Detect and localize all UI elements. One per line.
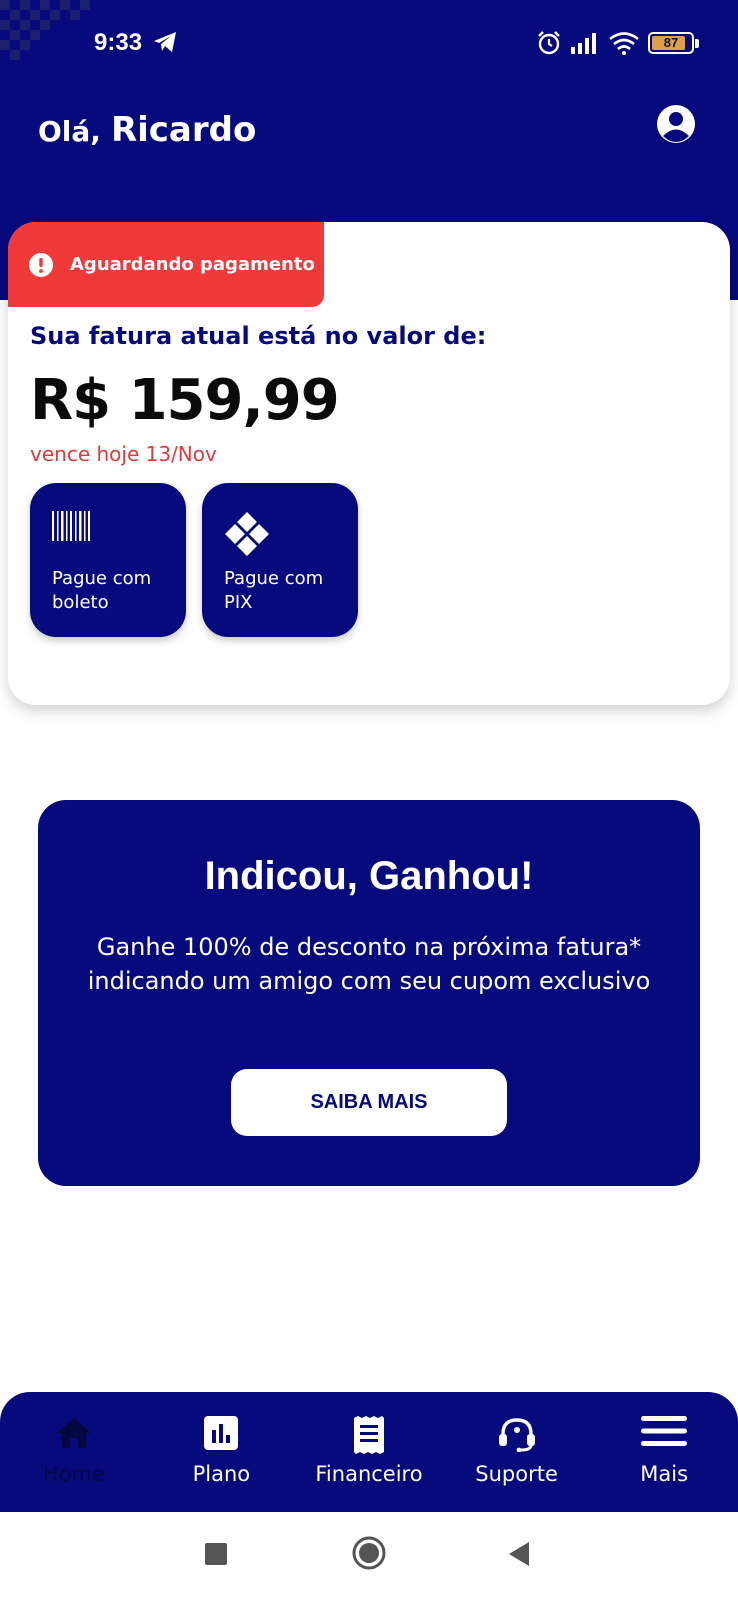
alarm-icon [538,31,560,55]
headset-icon [498,1418,535,1452]
promo-text: Ganhe 100% de desconto na próxima fatura… [87,933,651,995]
invoice-heading: Sua fatura atual está no valor de: [30,322,487,350]
nav-label-mais: Mais [640,1462,689,1486]
home-icon [56,1418,91,1448]
greeting-label: Olá, [38,115,101,148]
invoice-card: Aguardando pagamento Sua fatura atual es… [8,222,730,705]
pay-pix-label: Pague com PIX [224,568,324,613]
pay-pix-button[interactable]: Pague com PIX [202,483,358,637]
nav-label-suporte: Suporte [475,1462,558,1486]
nav-item-plano[interactable]: Plano [148,1392,296,1512]
nav-label-home: Home [42,1462,105,1486]
promo-title: Indicou, Ganhou! [204,854,534,898]
home-circle-icon[interactable] [351,1535,387,1571]
user-name: Ricardo [110,110,257,150]
nav-label-plano: Plano [192,1462,251,1486]
telegram-icon [154,32,176,52]
pay-boleto-button[interactable]: Pague com boleto [30,483,186,637]
menu-icon [641,1416,688,1446]
status-icons: 87 [536,28,699,58]
due-date-text: vence hoje 13/Nov [30,442,217,466]
signal-icon [571,33,596,54]
battery-icon: 87 [648,32,699,54]
wifi-icon [609,32,639,55]
invoice-amount: R$ 159,99 [30,368,340,433]
nav-item-suporte[interactable]: Suporte [443,1392,591,1512]
pix-icon [225,512,269,556]
system-navigation-bar [0,1512,738,1600]
bottom-navigation: Home Plano Financeiro Suporte Mais [0,1392,738,1512]
status-bar: 9:33 87 [0,0,738,86]
nav-label-financeiro: Financeiro [315,1462,423,1486]
nav-item-home[interactable]: Home [0,1392,148,1512]
pixel-pattern-decoration [0,0,90,60]
barcode-icon [52,511,90,541]
alert-circle-icon [29,252,53,277]
pay-boleto-label: Pague com boleto [52,568,152,613]
referral-promo-card: Indicou, Ganhou! Ganhe 100% de desconto … [38,800,700,1186]
status-badge: Aguardando pagamento [8,222,324,307]
status-label: Aguardando pagamento [70,254,315,275]
learn-more-button[interactable]: SAIBA MAIS [231,1069,507,1136]
nav-item-financeiro[interactable]: Financeiro [295,1392,443,1512]
status-time: 9:33 [94,29,143,56]
receipt-icon [353,1416,384,1454]
nav-item-mais[interactable]: Mais [590,1392,738,1512]
back-triangle-icon[interactable] [507,1541,531,1567]
account-circle-icon[interactable] [656,104,696,144]
bar-chart-icon [204,1416,239,1450]
greeting: Olá, Ricardo [38,110,256,150]
recents-square-icon[interactable] [205,1543,227,1565]
battery-level: 87 [663,35,679,50]
